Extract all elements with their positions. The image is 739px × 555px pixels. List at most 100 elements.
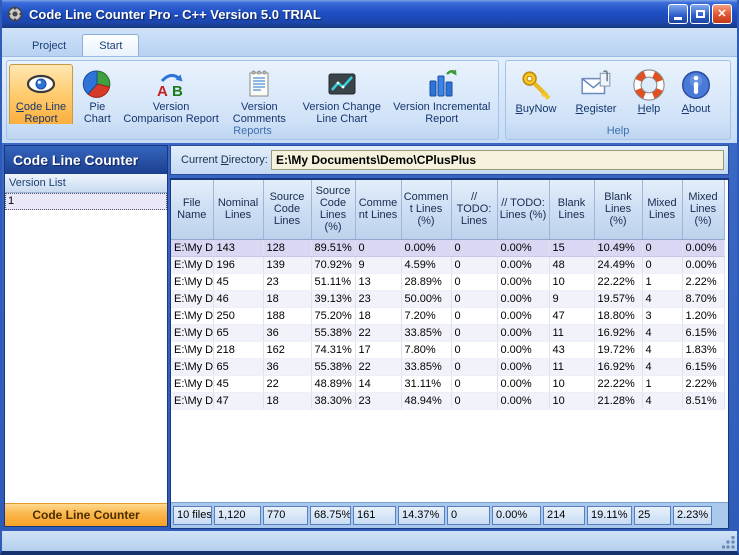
table-cell: 16.92% [594,324,642,341]
table-cell: 22 [355,358,401,375]
current-directory-bar: Current Directory: E:\My Documents\Demo\… [170,145,729,175]
table-cell: 0 [642,256,682,273]
table-cell: E:\My Dc [171,375,213,392]
table-cell: 0 [451,256,497,273]
maximize-button[interactable] [690,4,710,24]
button-label: Version Incremental Report [388,101,495,125]
summary-cell: 770 [263,506,308,525]
code-line-counter-nav-button[interactable]: Code Line Counter [5,503,167,526]
table-cell: 21.28% [594,392,642,409]
key-icon [519,68,553,102]
column-header[interactable]: Mixed Lines [642,180,682,239]
summary-bar: 10 files1,12077068.75%16114.37%00.00%214… [171,502,728,528]
table-cell: 11 [549,358,594,375]
table-cell: 43 [549,341,594,358]
table-cell: 0.00% [682,239,724,256]
column-header[interactable]: Comment Lines [355,180,401,239]
table-cell: 196 [213,256,263,273]
version-comparison-report-button[interactable]: A B Version Comparison Report [122,64,221,126]
table-cell: 15 [549,239,594,256]
column-header[interactable]: Mixed Lines (%) [682,180,724,239]
column-header[interactable]: File Name [171,180,213,239]
report-table: File NameNominal LinesSource Code LinesS… [171,180,725,410]
code-line-report-button[interactable]: Code Line Report [9,64,73,126]
table-cell: 36 [263,324,311,341]
table-cell: 46 [213,290,263,307]
pie-chart-button[interactable]: Pie Chart [75,64,120,126]
tab-project[interactable]: Project [16,35,82,56]
table-cell: 250 [213,307,263,324]
column-header[interactable]: Nominal Lines [213,180,263,239]
version-list-item[interactable]: 1 [5,193,167,210]
about-button[interactable]: About [672,64,720,126]
table-row[interactable]: E:\My Dc25018875.20%187.20%00.00%4718.80… [171,307,724,324]
table-row[interactable]: E:\My Dc21816274.31%177.80%00.00%4319.72… [171,341,724,358]
table-cell: 0.00% [497,239,549,256]
summary-cell: 19.11% [587,506,632,525]
table-cell: 9 [355,256,401,273]
table-row[interactable]: E:\My Dc19613970.92%94.59%00.00%4824.49%… [171,256,724,273]
table-cell: 2.22% [682,375,724,392]
table-cell: 31.11% [401,375,451,392]
column-header[interactable]: // TODO: Lines (%) [497,180,549,239]
table-cell: 22 [355,324,401,341]
table-cell: 0.00% [497,324,549,341]
register-button[interactable]: Register [566,64,626,126]
table-cell: 7.20% [401,307,451,324]
table-cell: 0.00% [497,307,549,324]
table-cell: 4 [642,324,682,341]
table-cell: 143 [213,239,263,256]
button-label: Register [576,103,617,115]
resize-grip-icon[interactable] [722,536,735,549]
version-list: 1 [5,193,167,503]
tab-start[interactable]: Start [82,34,139,56]
table-cell: 55.38% [311,324,355,341]
table-cell: 4 [642,341,682,358]
report-table-container: File NameNominal LinesSource Code LinesS… [170,178,729,529]
table-cell: 38.30% [311,392,355,409]
table-cell: 11 [549,324,594,341]
table-cell: 10 [549,392,594,409]
table-cell: 0 [451,392,497,409]
table-cell: 2.22% [682,273,724,290]
column-header[interactable]: Comment Lines (%) [401,180,451,239]
column-header[interactable]: Source Code Lines (%) [311,180,355,239]
version-change-line-chart-button[interactable]: Version Change Line Chart [298,64,385,126]
table-cell: 162 [263,341,311,358]
svg-text:B: B [172,83,183,100]
table-cell: 0 [451,341,497,358]
table-cell: 70.92% [311,256,355,273]
buynow-button[interactable]: BuyNow [508,64,564,126]
help-group: BuyNow Register [505,60,731,140]
button-label: Pie Chart [76,101,119,125]
table-row[interactable]: E:\My Dc461839.13%2350.00%00.00%919.57%4… [171,290,724,307]
help-group-label: Help [506,124,730,139]
table-row[interactable]: E:\My Dc452351.11%1328.89%00.00%1022.22%… [171,273,724,290]
current-directory-field[interactable]: E:\My Documents\Demo\CPlusPlus [271,150,724,170]
minimize-icon [674,17,682,20]
version-incremental-report-button[interactable]: Version Incremental Report [387,64,496,126]
table-row[interactable]: E:\My Dc653655.38%2233.85%00.00%1116.92%… [171,324,724,341]
table-row[interactable]: E:\My Dc653655.38%2233.85%00.00%1116.92%… [171,358,724,375]
table-row[interactable]: E:\My Dc471838.30%2348.94%00.00%1021.28%… [171,392,724,409]
button-label: Version Comparison Report [123,101,220,125]
minimize-button[interactable] [668,4,688,24]
table-cell: 8.70% [682,290,724,307]
column-header[interactable]: Blank Lines (%) [594,180,642,239]
column-header[interactable]: Source Code Lines [263,180,311,239]
table-cell: 74.31% [311,341,355,358]
table-row[interactable]: E:\My Dc14312889.51%00.00%00.00%1510.49%… [171,239,724,256]
version-comments-button[interactable]: Version Comments [223,64,297,126]
summary-cell: 68.75% [310,506,351,525]
table-cell: 9 [549,290,594,307]
column-header[interactable]: Blank Lines [549,180,594,239]
table-cell: 47 [213,392,263,409]
table-cell: E:\My Dc [171,358,213,375]
table-row[interactable]: E:\My Dc452248.89%1431.11%00.00%1022.22%… [171,375,724,392]
table-cell: 10 [549,375,594,392]
help-button[interactable]: Help [628,64,670,126]
close-button[interactable]: ✕ [712,4,732,24]
button-label: Version Comments [224,101,296,125]
column-header[interactable]: // TODO: Lines [451,180,497,239]
table-cell: 0.00% [497,290,549,307]
